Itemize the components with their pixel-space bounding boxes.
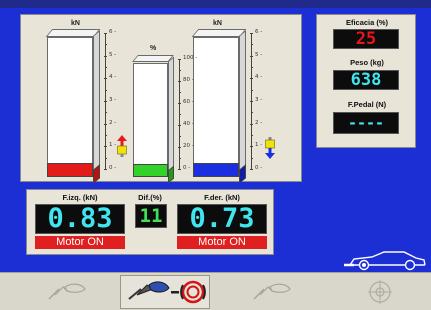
scale-tick-label: 4 - — [255, 74, 263, 81]
diff-cylinder — [132, 55, 175, 184]
scale-minor-tick — [105, 135, 107, 136]
diff-gauge-unit: % — [150, 45, 157, 52]
brake-pad-disabled-icon — [253, 283, 291, 300]
left-force-cylinder — [45, 29, 101, 184]
scale-minor-tick — [179, 70, 181, 71]
scale-tick-label: 5 - — [109, 51, 117, 58]
pedal-force-label: F.Pedal (N) — [347, 100, 387, 109]
scale-minor-tick — [251, 135, 253, 136]
scale-tick — [250, 101, 253, 102]
target-disabled-icon — [368, 280, 392, 304]
scale-tick — [250, 169, 253, 170]
scale-tick-label: 0 - — [255, 165, 263, 171]
bottom-toolbar — [0, 272, 431, 310]
scale-minor-tick — [179, 136, 181, 137]
left-force-level — [47, 163, 93, 177]
diff-display: 11 — [135, 204, 167, 228]
scale-tick-label: 3 - — [255, 97, 263, 103]
scale-tick — [250, 78, 253, 80]
scale-tick — [250, 123, 253, 125]
scale-minor-tick — [105, 67, 107, 68]
weight-label: Peso (kg) — [350, 58, 384, 67]
readout-panel: Eficacia (%) 25 Peso (kg) 638 F.Pedal (N… — [316, 14, 416, 148]
scale-tick-label: 6 - — [109, 29, 117, 35]
scale-tick — [250, 33, 253, 34]
scale-tick-label: 80 - — [183, 77, 194, 83]
efficacy-display: 25 — [333, 29, 399, 49]
scale-tick — [104, 123, 107, 125]
scale-tick-label: 3 - — [109, 97, 117, 103]
scale-tick-label: 20 - — [183, 143, 194, 149]
scale-tick-label: 4 - — [109, 74, 117, 81]
scale-tick — [250, 55, 253, 57]
scale-tick — [104, 55, 107, 57]
scale-tick — [104, 146, 107, 148]
scale-minor-tick — [105, 157, 107, 159]
scale-minor-tick — [179, 92, 181, 93]
scale-tick-label: 1 - — [109, 142, 117, 149]
left-force-display: 0.83 — [35, 204, 125, 234]
up-arrow-icon — [117, 135, 127, 157]
scale-tick — [178, 81, 181, 82]
scale-minor-tick — [105, 44, 107, 46]
scale-minor-tick — [179, 158, 181, 159]
scale-tick-label: 0 - — [183, 165, 191, 171]
left-motor-status: Motor ON — [35, 236, 125, 249]
scale-minor-tick — [251, 67, 253, 68]
right-gauge-unit: kN — [213, 20, 222, 27]
diff-level — [133, 164, 168, 177]
scale-tick — [104, 33, 107, 34]
scale-tick — [178, 103, 181, 104]
left-force-label: F.izq. (kN) — [62, 193, 98, 202]
right-force-level — [193, 163, 239, 177]
brake-tester-screen: kN % kN 6 - 5 - 4 - 3 - 2 - 1 - 0 - 100 … — [0, 0, 431, 272]
right-force-display: 0.73 — [177, 204, 267, 234]
toolbar-button-disc[interactable] — [120, 275, 210, 309]
car-icon — [344, 251, 426, 271]
diff-label: Dif.(%) — [138, 193, 162, 202]
pedal-force-display: ---- — [333, 112, 399, 134]
scale-tick-label: 2 - — [255, 119, 263, 126]
scale-tick-label: 1 - — [255, 142, 263, 149]
scale-tick — [104, 101, 107, 102]
scale-tick-label: 100 - — [183, 55, 198, 61]
toolbar-button-pad-2[interactable] — [235, 275, 307, 309]
efficacy-label: Eficacia (%) — [345, 18, 389, 27]
scale-tick-label: 40 - — [183, 121, 194, 127]
scale-minor-tick — [105, 89, 107, 91]
scale-tick-label: 5 - — [255, 51, 263, 58]
scale-tick-label: 0 - — [109, 165, 117, 171]
left-gauge-unit: kN — [71, 20, 80, 27]
scale-minor-tick — [251, 157, 253, 159]
gauge-panel: kN % kN 6 - 5 - 4 - 3 - 2 - 1 - 0 - 100 … — [20, 14, 302, 184]
scale-tick — [104, 169, 107, 170]
toolbar-button-pad-1[interactable] — [30, 275, 102, 309]
right-force-label: F.der. (kN) — [204, 193, 240, 202]
diff-level-side — [168, 165, 174, 184]
scale-tick-label: 2 - — [109, 119, 117, 126]
top-border — [0, 0, 431, 8]
scale-tick — [178, 147, 181, 148]
scale-tick-label: 60 - — [183, 99, 194, 105]
scale-minor-tick — [179, 114, 181, 115]
scale-minor-tick — [251, 89, 253, 91]
scale-tick — [178, 59, 181, 60]
right-motor-status: Motor ON — [177, 236, 267, 249]
scale-minor-tick — [251, 44, 253, 46]
scale-tick — [178, 169, 181, 170]
scale-tick — [104, 78, 107, 80]
scale-tick-label: 6 - — [255, 29, 263, 35]
toolbar-button-target[interactable] — [350, 275, 410, 309]
right-force-cylinder — [191, 29, 247, 184]
scale-tick — [250, 146, 253, 148]
down-arrow-icon — [265, 137, 275, 159]
scale-minor-tick — [251, 112, 253, 114]
scale-tick — [178, 125, 181, 126]
weight-display: 638 — [333, 70, 399, 90]
scale-minor-tick — [105, 112, 107, 114]
brake-pad-disabled-icon — [48, 283, 86, 300]
brake-disc-active-icon — [128, 280, 206, 304]
force-panel: F.izq. (kN) 0.83 Motor ON Dif.(%) 11 F.d… — [26, 189, 274, 255]
